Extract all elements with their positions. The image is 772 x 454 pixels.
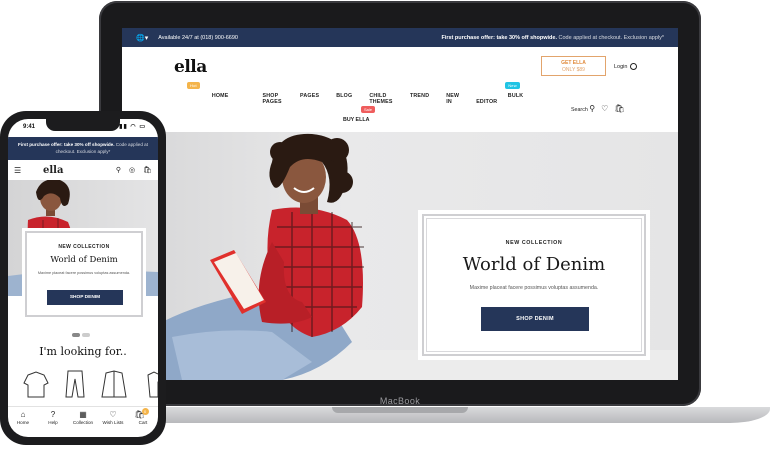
get-ella-button[interactable]: GET ELLA ONLY $89 bbox=[541, 56, 606, 76]
laptop-notch bbox=[332, 407, 468, 413]
phone-header: ☰ ella ⚲ ◎ 🛍 bbox=[8, 160, 158, 180]
sweater-icon[interactable] bbox=[23, 371, 49, 398]
hero-card: NEW COLLECTION World of Denim Maxime pla… bbox=[418, 210, 650, 360]
cart-icon[interactable]: 🛍 bbox=[614, 104, 624, 113]
nav-item-new-in[interactable]: NEW IN bbox=[446, 93, 459, 105]
phone-hero-text: Maxime placeat facere possimus voluptas … bbox=[37, 271, 131, 275]
nav-item-child-themes[interactable]: CHILD THEMES bbox=[369, 93, 393, 105]
carousel-dot[interactable] bbox=[82, 333, 90, 337]
tab-wish-lists[interactable]: ♡ Wish Lists bbox=[99, 410, 127, 437]
device-mockup: MacBook 🌐▾ Available 24/7 at (018) 900-6… bbox=[0, 0, 772, 454]
bottom-tab-bar: ⌂ Home ? Help ▦ Collection ♡ Wish Lists 🛍0 Ca… bbox=[8, 406, 158, 437]
phone-eyebrow: NEW COLLECTION bbox=[58, 244, 110, 250]
jeans-icon[interactable] bbox=[65, 370, 85, 398]
jacket-icon[interactable] bbox=[101, 370, 127, 398]
heart-icon[interactable]: ♡ bbox=[601, 104, 608, 113]
phone-notch bbox=[46, 119, 120, 131]
phone-shop-denim-button[interactable]: SHOP DENIM bbox=[47, 290, 123, 305]
nav-item-pages[interactable]: PAGES bbox=[300, 93, 319, 105]
site-logo[interactable]: ella bbox=[174, 57, 207, 77]
user-icon bbox=[630, 63, 638, 70]
support-text: Available 24/7 at (018) 900-6690 bbox=[158, 34, 238, 41]
main-nav: HotHOME SHOP PAGES PAGES BLOG CHILD THEM… bbox=[182, 82, 542, 105]
tab-home[interactable]: ⌂ Home bbox=[9, 410, 37, 437]
phone-promo-bar: First purchase offer: take 30% off shopw… bbox=[8, 137, 158, 160]
cart-count-badge: 0 bbox=[141, 408, 149, 415]
top-announcement-bar: 🌐▾ Available 24/7 at (018) 900-6690 Firs… bbox=[122, 28, 678, 47]
carousel-dot-active[interactable] bbox=[72, 333, 80, 337]
looking-for-heading: I'm looking for.. bbox=[39, 345, 127, 358]
heart-icon: ♡ bbox=[109, 410, 117, 419]
hero-banner: NEW COLLECTION World of Denim Maxime pla… bbox=[122, 132, 678, 380]
login-link[interactable]: Login bbox=[614, 63, 638, 70]
phone-hero-title: World of Denim bbox=[50, 255, 118, 265]
nav-item-bulk-editor[interactable]: NewBULK EDITOR bbox=[476, 82, 525, 105]
hero-title: World of Denim bbox=[462, 254, 606, 275]
laptop-screen: 🌐▾ Available 24/7 at (018) 900-6690 Firs… bbox=[122, 28, 678, 380]
nav-item-home[interactable]: HotHOME bbox=[182, 82, 246, 105]
cart-icon: 🛍0 bbox=[129, 408, 157, 420]
globe-icon[interactable]: 🌐▾ bbox=[136, 34, 148, 42]
phone-screen: 9:41 ▮▮ ◠ ▭ First purchase offer: take 3… bbox=[8, 119, 158, 437]
user-icon[interactable]: ◎ bbox=[129, 166, 135, 174]
product-category-row bbox=[23, 370, 158, 398]
nav-item-trend[interactable]: TREND bbox=[410, 93, 429, 105]
grid-icon: ▦ bbox=[79, 410, 87, 419]
carousel-dots bbox=[72, 333, 90, 337]
promo-text: First purchase offer: take 30% off shopw… bbox=[441, 34, 664, 41]
help-icon: ? bbox=[50, 410, 56, 419]
tab-cart[interactable]: 🛍0 Cart bbox=[129, 408, 157, 437]
shirt-icon[interactable] bbox=[147, 371, 158, 398]
menu-icon[interactable]: ☰ bbox=[14, 166, 23, 175]
signal-battery-icon: ▮▮ ◠ ▭ bbox=[119, 124, 146, 130]
new-badge: New bbox=[505, 82, 520, 89]
macbook-label: MacBook bbox=[379, 396, 421, 406]
search-link[interactable]: Search ⚲ bbox=[571, 104, 595, 113]
nav-item-blog[interactable]: BLOG bbox=[336, 93, 352, 105]
cart-icon[interactable]: 🛍 bbox=[143, 166, 152, 174]
hero-text: Maxime placeat facere possimus voluptas … bbox=[469, 285, 599, 291]
header-icons: Search ⚲ ♡ 🛍 bbox=[571, 104, 624, 113]
phone-logo[interactable]: ella bbox=[43, 165, 63, 176]
sale-badge: Sale bbox=[361, 106, 376, 113]
hero-eyebrow: NEW COLLECTION bbox=[505, 240, 563, 246]
tab-collection[interactable]: ▦ Collection bbox=[69, 410, 97, 437]
home-icon: ⌂ bbox=[20, 410, 26, 419]
hot-badge: Hot bbox=[187, 82, 200, 89]
hero-model-image bbox=[162, 133, 364, 380]
status-time: 9:41 bbox=[23, 124, 36, 130]
search-icon[interactable]: ⚲ bbox=[116, 166, 121, 174]
tab-help[interactable]: ? Help bbox=[39, 410, 67, 437]
phone-device: 9:41 ▮▮ ◠ ▭ First purchase offer: take 3… bbox=[0, 111, 166, 445]
nav-item-buy-ella[interactable]: Sale BUY ELLA bbox=[343, 106, 376, 123]
nav-item-shop-pages[interactable]: SHOP PAGES bbox=[263, 93, 284, 105]
phone-hero-card: NEW COLLECTION World of Denim Maxime pla… bbox=[22, 228, 146, 320]
shop-denim-button[interactable]: SHOP DENIM bbox=[481, 307, 589, 331]
search-icon: ⚲ bbox=[589, 104, 596, 113]
